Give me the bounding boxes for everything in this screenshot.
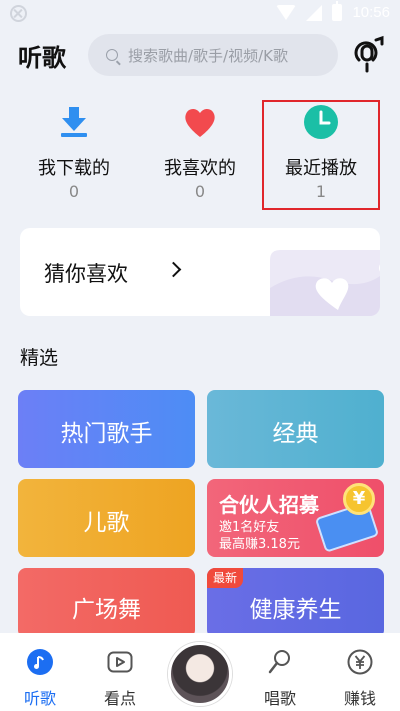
partner-title: 合伙人招募 (219, 493, 319, 517)
search-placeholder: 搜索歌曲/歌手/视频/K歌 (128, 46, 288, 65)
partner-recruit-banner[interactable]: 合伙人招募 邀1名好友 最高赚3.18元 ¥ (207, 479, 384, 557)
voice-search-button[interactable] (350, 34, 388, 76)
downloads-count: 0 (68, 182, 80, 201)
heart-icon (185, 108, 215, 137)
nav-earn-label: 赚钱 (343, 689, 376, 708)
search-input[interactable]: 搜索歌曲/歌手/视频/K歌 (88, 34, 338, 76)
kids-songs-label: 儿歌 (83, 510, 130, 536)
square-dance-tile[interactable]: 广场舞 (18, 568, 195, 638)
center-avatar-button[interactable] (168, 642, 232, 706)
download-icon (61, 107, 87, 137)
nav-listen-label: 听歌 (23, 689, 56, 708)
nav-watch-label: 看点 (103, 689, 136, 708)
wifi-icon (276, 5, 297, 20)
favorites-entry[interactable]: 我喜欢的 0 (136, 100, 264, 212)
partner-reward-text: 最高赚3.18元 (219, 537, 300, 552)
favorites-count: 0 (194, 182, 206, 201)
microphone-note-icon (354, 35, 384, 73)
featured-section-title: 精选 (20, 347, 59, 369)
status-icons: 10:56 (276, 1, 390, 21)
yuan-coin-icon: ¥ (343, 483, 375, 515)
new-badge: 最新 (207, 568, 244, 588)
hot-singers-tile[interactable]: 热门歌手 (18, 390, 195, 468)
music-note-icon (27, 649, 53, 675)
nav-watch[interactable]: 看点 (80, 633, 160, 711)
nav-earn[interactable]: 赚钱 (320, 633, 400, 711)
highlight-box (262, 100, 380, 210)
chevron-right-icon (165, 261, 182, 278)
header: 听歌 搜索歌曲/歌手/视频/K歌 (0, 32, 400, 78)
radio-illustration (270, 250, 380, 316)
guess-you-like-label: 猜你喜欢 (44, 262, 128, 286)
signal-icon (306, 4, 323, 21)
classic-label: 经典 (272, 421, 319, 447)
downloads-label: 我下载的 (38, 158, 110, 179)
close-circle-icon (10, 5, 27, 22)
health-label: 健康养生 (249, 597, 342, 623)
favorites-label: 我喜欢的 (164, 158, 236, 179)
video-play-icon (107, 651, 133, 673)
status-bar: 10:56 (0, 0, 400, 28)
classic-tile[interactable]: 经典 (207, 390, 384, 468)
page-title: 听歌 (18, 44, 66, 72)
microphone-icon (268, 650, 290, 674)
battery-icon (332, 1, 343, 21)
nav-listen[interactable]: 听歌 (0, 633, 80, 711)
yuan-coin-icon (347, 649, 373, 675)
kids-songs-tile[interactable]: 儿歌 (18, 479, 195, 557)
nav-sing[interactable]: 唱歌 (240, 633, 320, 711)
health-tile[interactable]: 最新 健康养生 (207, 568, 384, 638)
status-time: 10:56 (352, 4, 390, 21)
guess-you-like-card[interactable]: 猜你喜欢 (20, 228, 380, 316)
square-dance-label: 广场舞 (72, 597, 141, 623)
hot-singers-label: 热门歌手 (60, 421, 153, 447)
nav-sing-label: 唱歌 (263, 689, 296, 708)
search-icon (106, 49, 118, 61)
downloads-entry[interactable]: 我下载的 0 (10, 100, 138, 212)
